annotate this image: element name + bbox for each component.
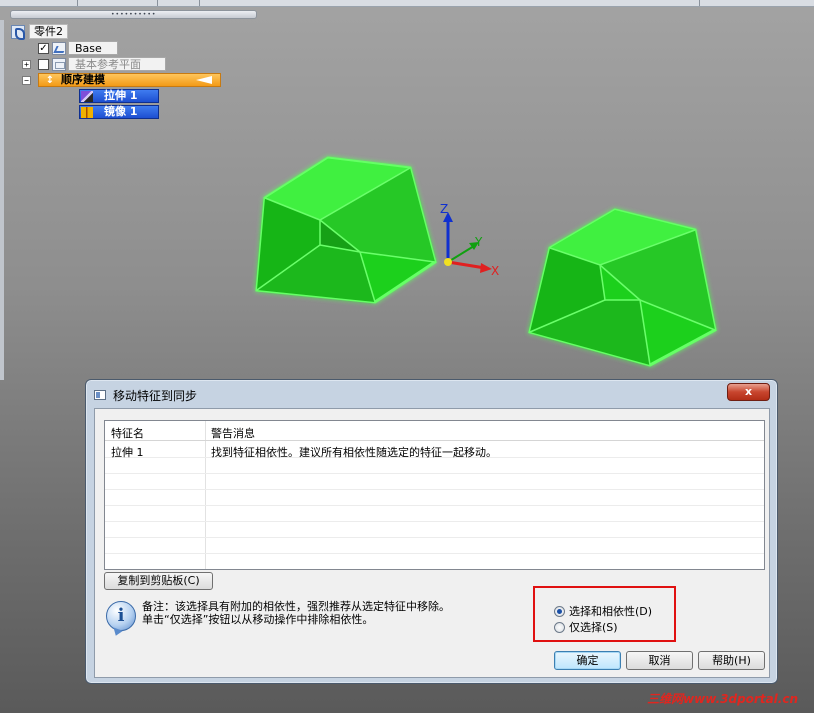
tree-item-ordered-modeling[interactable]: ↕ 顺序建模 bbox=[38, 73, 221, 87]
toolbar-segment bbox=[78, 0, 158, 6]
table-row-empty bbox=[105, 538, 764, 554]
table-header: 特征名 警告消息 bbox=[105, 421, 764, 441]
tree-item-base[interactable]: ✓ Base bbox=[38, 41, 118, 55]
site-watermark: 三维网www.3dportal.cn bbox=[647, 692, 798, 706]
collapse-icon[interactable]: − bbox=[22, 76, 31, 85]
pane-splitter[interactable]: •••••••••• bbox=[10, 10, 257, 19]
mirror-body-right[interactable] bbox=[528, 208, 717, 367]
info-icon: i bbox=[106, 601, 136, 631]
move-to-synchronous-dialog: 移动特征到同步 x 特征名 警告消息 拉伸 1 找到特征相依性。建议所有相依性随… bbox=[85, 379, 778, 684]
extrude-icon bbox=[81, 91, 93, 102]
table-row-empty bbox=[105, 506, 764, 522]
tree-item-label: 顺序建模 bbox=[61, 73, 105, 86]
dialog-titlebar[interactable]: 移动特征到同步 x bbox=[86, 380, 777, 408]
radio-select-with-dependencies[interactable]: 选择和相依性(D) bbox=[554, 603, 652, 619]
tree-root-label: 零件2 bbox=[29, 24, 68, 39]
model-viewport[interactable]: Z Y X bbox=[230, 140, 730, 380]
tree-item-label: 拉伸 1 bbox=[104, 89, 138, 102]
coordinate-system-icon bbox=[52, 41, 66, 55]
radio-button[interactable] bbox=[554, 621, 565, 633]
column-header-warning[interactable]: 警告消息 bbox=[211, 425, 255, 441]
note-line: 备注：该选择具有附加的相依性，强烈推荐从选定特征中移除。 bbox=[142, 600, 450, 613]
extrude-body-left[interactable] bbox=[255, 156, 437, 304]
dialog-app-icon bbox=[94, 390, 106, 400]
note-line: 单击“仅选择”按钮以从移动操作中排除相依性。 bbox=[142, 613, 374, 626]
toolbar-segment bbox=[0, 0, 78, 6]
help-button[interactable]: 帮助(H) bbox=[698, 651, 765, 670]
radio-select-only[interactable]: 仅选择(S) bbox=[554, 619, 618, 635]
table-row[interactable]: 拉伸 1 找到特征相依性。建议所有相依性随选定的特征一起移动。 bbox=[105, 442, 764, 459]
reference-planes-checkbox[interactable] bbox=[38, 58, 49, 70]
ordered-icon: ↕ bbox=[45, 75, 55, 86]
x-axis-label: X bbox=[491, 264, 499, 278]
note-text: 备注：该选择具有附加的相依性，强烈推荐从选定特征中移除。 单击“仅选择”按钮以从… bbox=[142, 600, 450, 626]
table-row-empty bbox=[105, 458, 764, 474]
table-row-empty bbox=[105, 474, 764, 490]
reference-plane-icon bbox=[52, 57, 66, 71]
y-axis-label: Y bbox=[474, 235, 483, 249]
tree-root-node[interactable]: 零件2 bbox=[11, 24, 68, 40]
cancel-button[interactable]: 取消 bbox=[626, 651, 693, 670]
warning-table[interactable]: 特征名 警告消息 拉伸 1 找到特征相依性。建议所有相依性随选定的特征一起移动。 bbox=[104, 420, 765, 570]
toolbar-segment bbox=[200, 0, 700, 6]
top-toolbar-strip bbox=[0, 0, 814, 7]
tree-item-mirror[interactable]: 镜像 1 bbox=[79, 105, 159, 119]
column-header-feature-name[interactable]: 特征名 bbox=[111, 425, 144, 441]
ok-button[interactable]: 确定 bbox=[554, 651, 621, 670]
tree-item-label: Base bbox=[68, 41, 118, 55]
table-row-empty bbox=[105, 522, 764, 538]
base-checkbox[interactable]: ✓ bbox=[38, 42, 49, 54]
tree-item-label: 镜像 1 bbox=[104, 105, 138, 118]
dialog-title: 移动特征到同步 bbox=[113, 389, 198, 403]
mirror-icon bbox=[81, 107, 93, 118]
expand-icon[interactable]: + bbox=[22, 59, 31, 69]
radio-label: 仅选择(S) bbox=[569, 621, 618, 634]
close-button[interactable]: x bbox=[727, 383, 770, 401]
rollback-arrow-icon[interactable] bbox=[196, 76, 212, 84]
radio-label: 选择和相依性(D) bbox=[569, 605, 653, 618]
dialog-body: 特征名 警告消息 拉伸 1 找到特征相依性。建议所有相依性随选定的特征一起移动。… bbox=[94, 408, 770, 678]
tree-item-reference-planes[interactable]: + 基本参考平面 bbox=[22, 57, 166, 71]
pathfinder-tree: 零件2 ✓ Base + 基本参考平面 − ↕ 顺序建模 拉伸 1 镜像 1 bbox=[0, 22, 230, 122]
grip-icon: •••••••••• bbox=[111, 11, 157, 18]
tree-item-label: 基本参考平面 bbox=[68, 57, 166, 71]
table-row-empty bbox=[105, 490, 764, 506]
toolbar-segment bbox=[158, 0, 200, 6]
z-axis-label: Z bbox=[440, 202, 448, 216]
coordinate-triad bbox=[443, 212, 492, 273]
radio-button-selected[interactable] bbox=[554, 605, 565, 617]
part-icon bbox=[11, 24, 25, 40]
tree-item-extrude[interactable]: 拉伸 1 bbox=[79, 89, 159, 103]
copy-to-clipboard-button[interactable]: 复制到剪贴板(C) bbox=[104, 572, 213, 590]
